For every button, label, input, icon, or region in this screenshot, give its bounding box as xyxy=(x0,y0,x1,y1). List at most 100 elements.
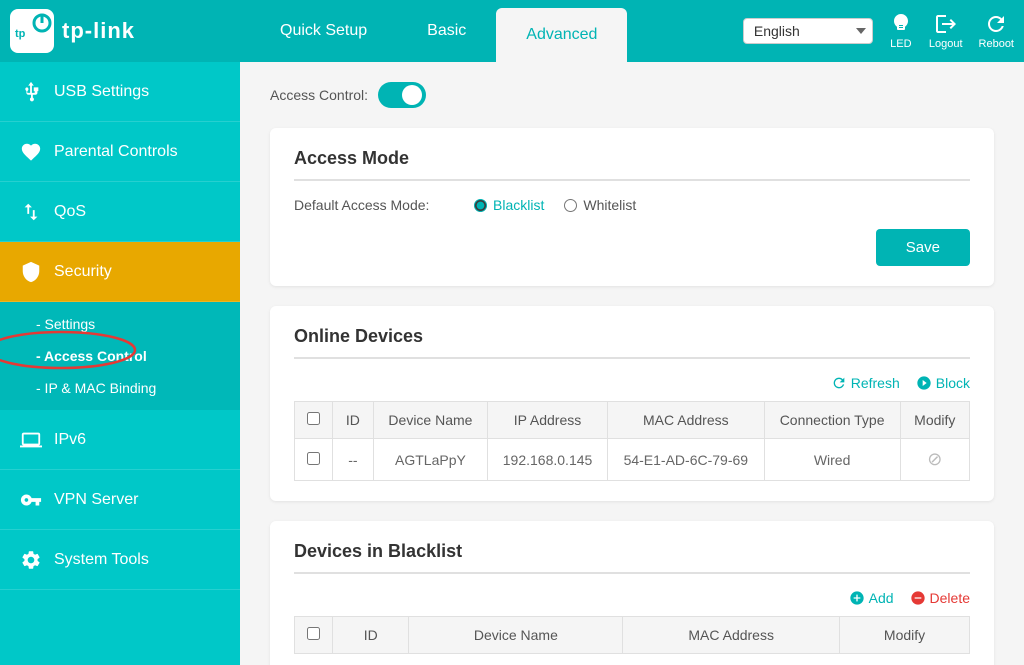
sidebar: USB Settings Parental Controls QoS Secur… xyxy=(0,62,240,665)
sidebar-item-usb-settings[interactable]: USB Settings xyxy=(0,62,240,122)
whitelist-radio-option[interactable]: Whitelist xyxy=(564,197,636,213)
led-icon xyxy=(889,12,913,36)
row-select[interactable] xyxy=(307,452,320,465)
col-device-name: Device Name xyxy=(373,402,487,439)
main-content: Access Control: Access Mode Default Acce… xyxy=(240,62,1024,665)
sidebar-security-submenu: - Settings - Access Control - IP & MAC B… xyxy=(0,302,240,410)
tab-quick-setup[interactable]: Quick Setup xyxy=(250,0,397,62)
sidebar-item-security[interactable]: Security xyxy=(0,242,240,302)
sidebar-subitem-settings[interactable]: - Settings xyxy=(0,308,240,340)
whitelist-radio[interactable] xyxy=(564,199,577,212)
delete-icon xyxy=(910,590,926,606)
online-devices-actions: Refresh Block xyxy=(294,375,970,391)
sidebar-item-qos-label: QoS xyxy=(54,203,86,221)
row-id: -- xyxy=(333,439,374,481)
blacklist-actions: Add Delete xyxy=(294,590,970,606)
blacklist-section: Devices in Blacklist Add Delete xyxy=(270,521,994,665)
col-mac-address: MAC Address xyxy=(608,402,765,439)
led-label: LED xyxy=(890,38,911,50)
sidebar-item-system-tools-label: System Tools xyxy=(54,551,149,569)
col-checkbox xyxy=(295,402,333,439)
bl-col-modify: Modify xyxy=(840,617,970,654)
blacklist-radio-option[interactable]: Blacklist xyxy=(474,197,544,213)
col-id: ID xyxy=(333,402,374,439)
bl-col-mac: MAC Address xyxy=(623,617,840,654)
svg-text:tp: tp xyxy=(15,28,26,40)
arrows-icon xyxy=(20,201,42,223)
shield-icon xyxy=(20,261,42,283)
sidebar-item-security-label: Security xyxy=(54,263,112,281)
usb-icon xyxy=(20,81,42,103)
blacklist-label: Blacklist xyxy=(493,197,544,213)
tplink-logo-icon: tp xyxy=(10,9,54,53)
access-mode-radio-group: Blacklist Whitelist xyxy=(474,197,636,213)
online-devices-tbody: -- AGTLaPpY 192.168.0.145 54-E1-AD-6C-79… xyxy=(295,439,970,481)
sidebar-subitem-ip-mac[interactable]: - IP & MAC Binding xyxy=(0,372,240,404)
whitelist-label: Whitelist xyxy=(583,197,636,213)
sidebar-item-usb-label: USB Settings xyxy=(54,83,149,101)
tab-advanced[interactable]: Advanced xyxy=(496,8,627,62)
add-button[interactable]: Add xyxy=(849,590,894,606)
blacklist-radio[interactable] xyxy=(474,199,487,212)
online-devices-header-row: ID Device Name IP Address MAC Address Co… xyxy=(295,402,970,439)
logo-area: tp tp-link xyxy=(10,9,250,53)
heart-icon xyxy=(20,141,42,163)
access-control-toggle-row: Access Control: xyxy=(270,82,994,108)
sidebar-subitem-access-control[interactable]: - Access Control xyxy=(0,340,167,372)
sidebar-item-qos[interactable]: QoS xyxy=(0,182,240,242)
block-action-icon[interactable]: ⊘ xyxy=(927,449,942,469)
sidebar-item-vpn[interactable]: VPN Server xyxy=(0,470,240,530)
block-icon xyxy=(916,375,932,391)
access-control-label: Access Control: xyxy=(270,87,368,103)
bl-col-device-name: Device Name xyxy=(409,617,623,654)
select-all-online[interactable] xyxy=(307,412,320,425)
reboot-label: Reboot xyxy=(979,38,1014,50)
layout: USB Settings Parental Controls QoS Secur… xyxy=(0,62,1024,665)
add-label: Add xyxy=(869,590,894,606)
row-mac: 54-E1-AD-6C-79-69 xyxy=(608,439,765,481)
led-button[interactable]: LED xyxy=(889,12,913,50)
access-mode-section: Access Mode Default Access Mode: Blackli… xyxy=(270,128,994,286)
online-devices-title: Online Devices xyxy=(294,326,970,359)
block-button[interactable]: Block xyxy=(916,375,970,391)
refresh-button[interactable]: Refresh xyxy=(831,375,900,391)
language-select[interactable]: English Chinese French xyxy=(743,18,873,44)
bl-col-checkbox xyxy=(295,617,333,654)
col-ip-address: IP Address xyxy=(488,402,608,439)
bl-col-id: ID xyxy=(333,617,409,654)
monitor-icon xyxy=(20,429,42,451)
content-inner: Access Control: Access Mode Default Acce… xyxy=(240,62,1024,665)
logout-button[interactable]: Logout xyxy=(929,12,963,50)
add-icon xyxy=(849,590,865,606)
save-button[interactable]: Save xyxy=(876,229,970,266)
save-row: Save xyxy=(294,229,970,266)
block-label: Block xyxy=(936,375,970,391)
access-control-toggle[interactable] xyxy=(378,82,426,108)
row-connection-type: Wired xyxy=(764,439,900,481)
logout-label: Logout xyxy=(929,38,963,50)
refresh-icon xyxy=(831,375,847,391)
sidebar-item-ipv6-label: IPv6 xyxy=(54,431,86,449)
access-mode-field-label: Default Access Mode: xyxy=(294,197,454,213)
header: tp tp-link Quick Setup Basic Advanced En… xyxy=(0,0,1024,62)
access-mode-field-row: Default Access Mode: Blacklist Whitelist xyxy=(294,197,970,213)
sidebar-item-system-tools[interactable]: System Tools xyxy=(0,530,240,590)
tab-basic[interactable]: Basic xyxy=(397,0,496,62)
delete-label: Delete xyxy=(930,590,970,606)
table-row: -- AGTLaPpY 192.168.0.145 54-E1-AD-6C-79… xyxy=(295,439,970,481)
access-mode-title: Access Mode xyxy=(294,148,970,181)
blacklist-header-row: ID Device Name MAC Address Modify xyxy=(295,617,970,654)
nav-tabs: Quick Setup Basic Advanced xyxy=(250,0,743,62)
delete-button[interactable]: Delete xyxy=(910,590,970,606)
sidebar-item-ipv6[interactable]: IPv6 xyxy=(0,410,240,470)
row-checkbox xyxy=(295,439,333,481)
row-device-name: AGTLaPpY xyxy=(373,439,487,481)
sidebar-item-parental-controls[interactable]: Parental Controls xyxy=(0,122,240,182)
online-devices-table: ID Device Name IP Address MAC Address Co… xyxy=(294,401,970,481)
select-all-blacklist[interactable] xyxy=(307,627,320,640)
gear-icon xyxy=(20,549,42,571)
reboot-button[interactable]: Reboot xyxy=(979,12,1014,50)
online-devices-thead: ID Device Name IP Address MAC Address Co… xyxy=(295,402,970,439)
blacklist-table: ID Device Name MAC Address Modify xyxy=(294,616,970,654)
row-modify: ⊘ xyxy=(900,439,969,481)
